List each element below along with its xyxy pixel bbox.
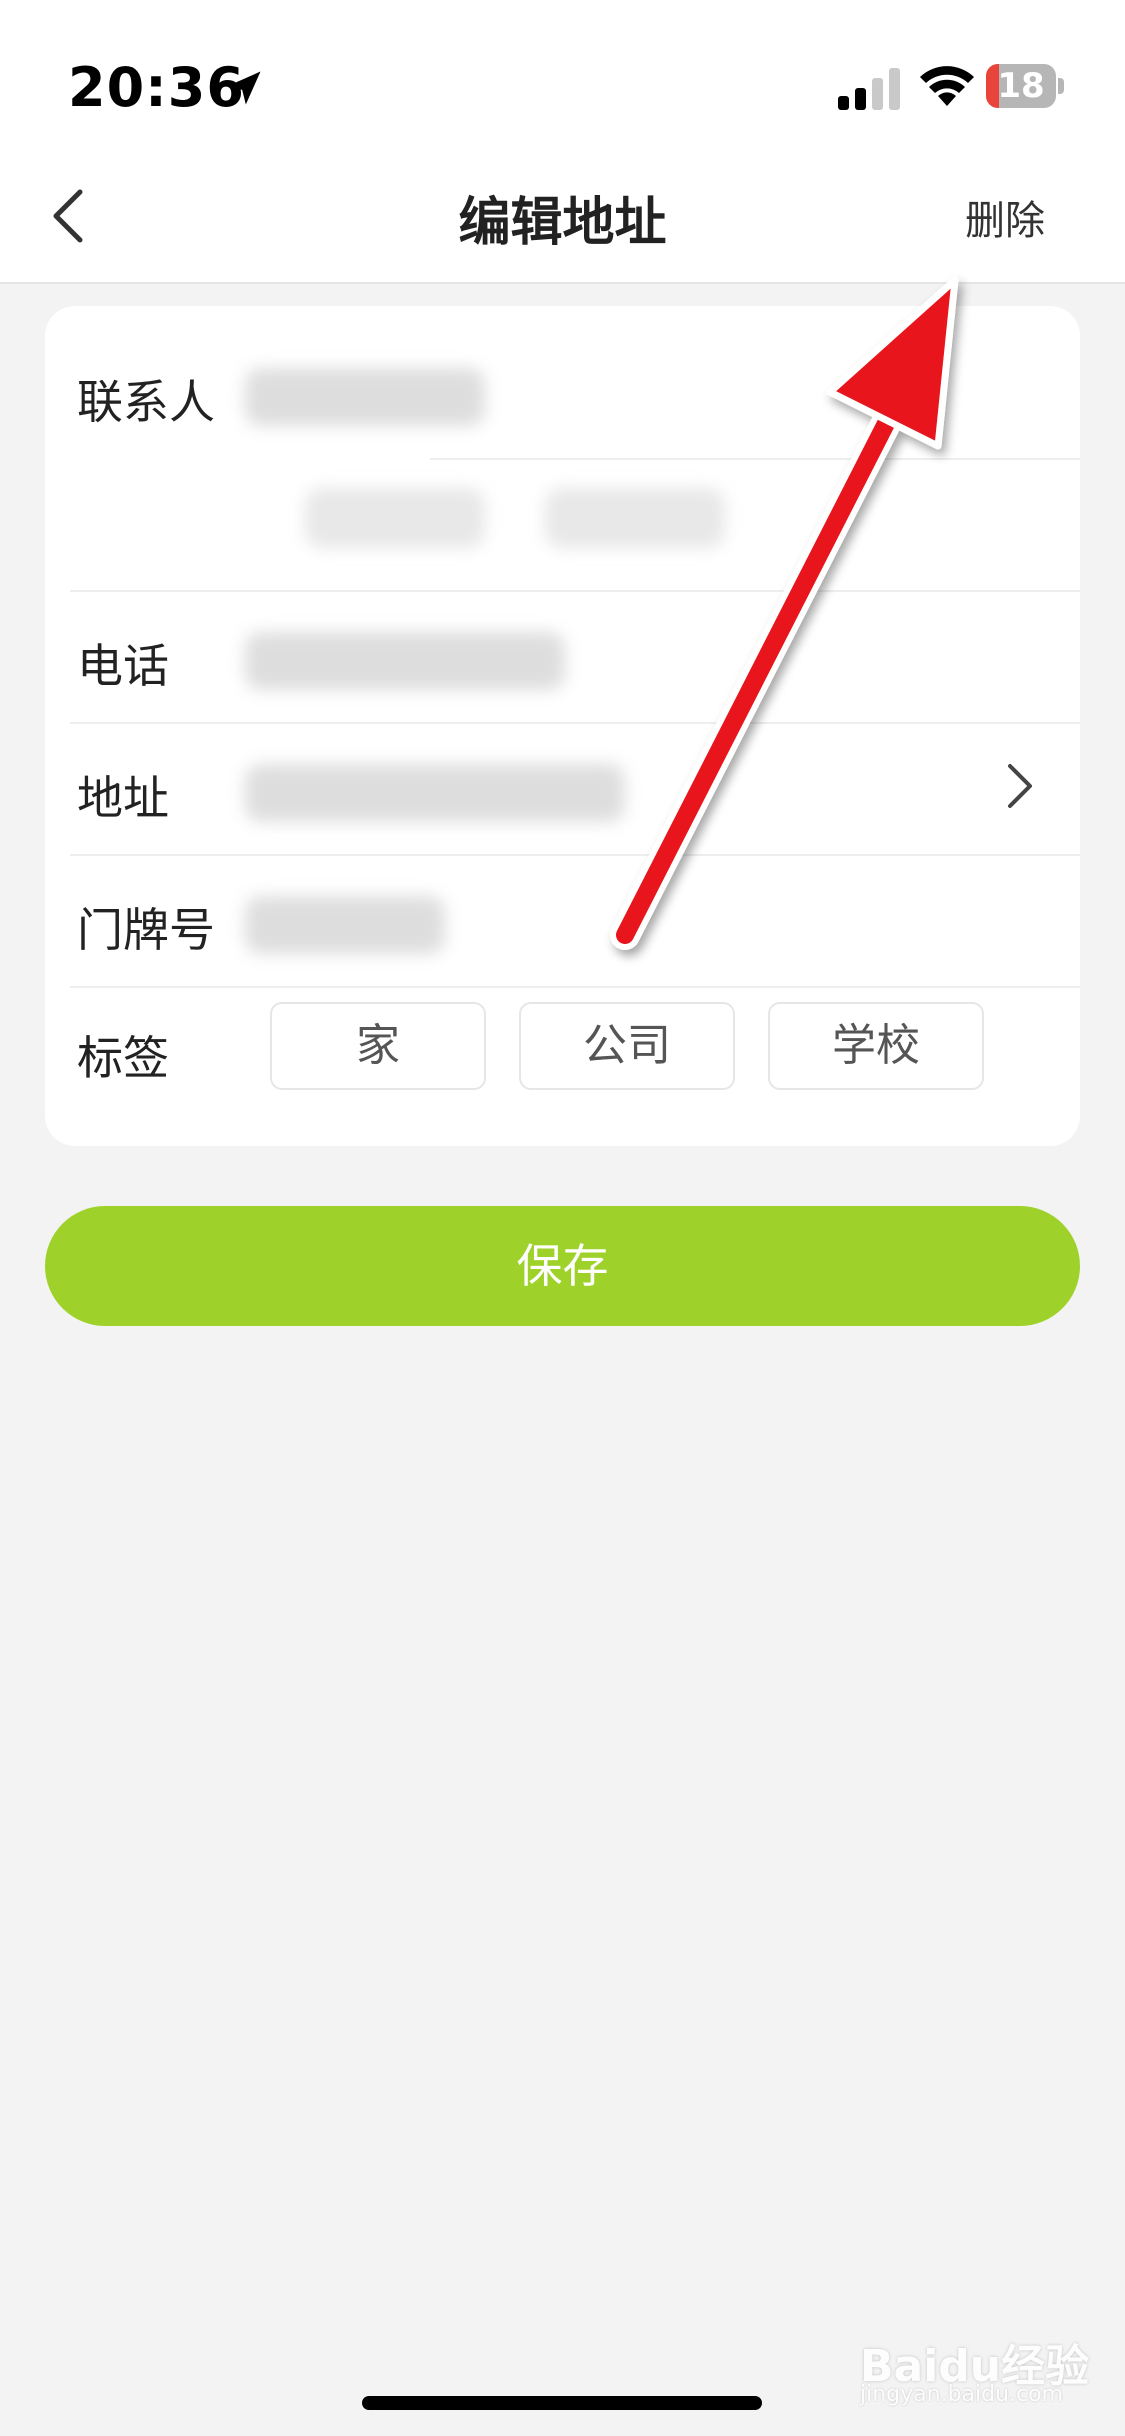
screen: 20:36 18 编辑地址 删除 联系人 电话 地址 门牌号 标签 家 公司 学…	[0, 0, 1125, 2436]
divider	[430, 458, 1080, 460]
location-arrow-icon	[227, 71, 261, 105]
phone-input[interactable]	[245, 632, 565, 690]
battery-icon: 18	[986, 64, 1064, 110]
page-title: 编辑地址	[458, 193, 667, 253]
phone-label: 电话	[77, 639, 169, 693]
address-select[interactable]	[245, 764, 625, 822]
divider	[70, 722, 1080, 724]
gender-option-1[interactable]	[305, 488, 485, 548]
cellular-signal-icon	[838, 68, 900, 110]
status-time: 20:36	[68, 56, 245, 119]
address-form-card: 联系人 电话 地址 门牌号 标签 家 公司 学校	[45, 306, 1080, 1146]
wifi-icon	[920, 66, 974, 106]
door-number-label: 门牌号	[77, 903, 215, 957]
tag-label: 标签	[77, 1031, 169, 1085]
tag-school-button[interactable]: 学校	[768, 1002, 984, 1090]
save-button[interactable]: 保存	[45, 1206, 1080, 1326]
home-indicator[interactable]	[362, 2396, 762, 2410]
battery-level: 18	[997, 66, 1045, 106]
tag-company-button[interactable]: 公司	[519, 1002, 735, 1090]
divider	[70, 854, 1080, 856]
gender-option-2[interactable]	[545, 488, 725, 548]
chevron-right-icon[interactable]	[1000, 756, 1040, 816]
watermark-url: jingyan.baidu.com	[860, 2382, 1064, 2407]
divider	[70, 986, 1080, 988]
nav-bar: 编辑地址 删除	[0, 150, 1125, 284]
address-label: 地址	[77, 771, 169, 825]
door-number-input[interactable]	[245, 896, 445, 954]
tag-home-button[interactable]: 家	[270, 1002, 486, 1090]
divider	[70, 590, 1080, 592]
contact-name-input[interactable]	[245, 368, 485, 426]
delete-button[interactable]: 删除	[965, 188, 1045, 246]
contact-label: 联系人	[77, 375, 215, 429]
status-bar: 20:36 18	[0, 0, 1125, 150]
